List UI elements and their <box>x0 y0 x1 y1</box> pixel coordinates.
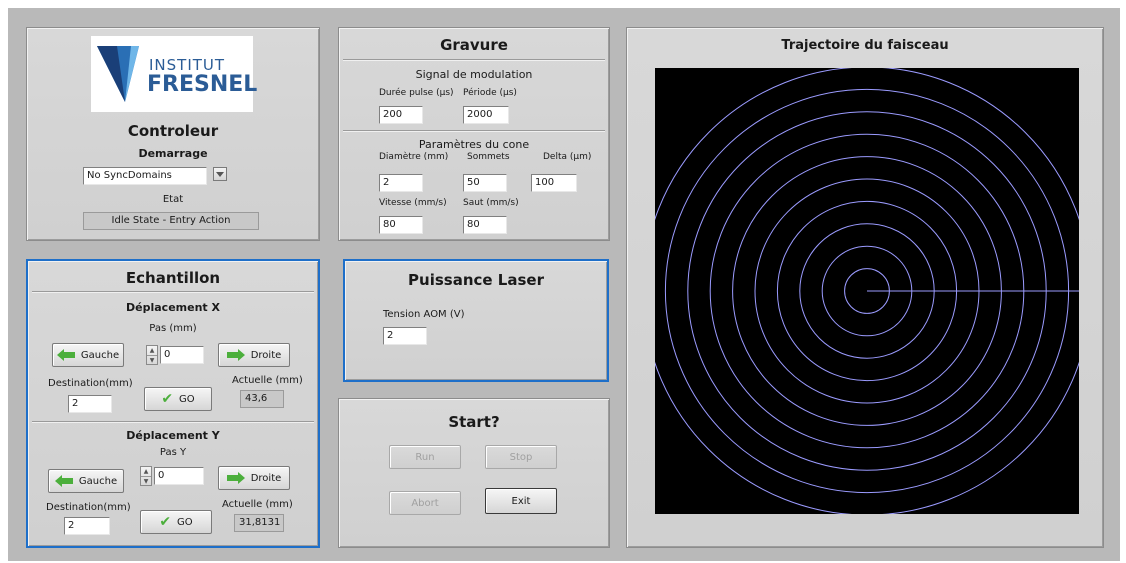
trajectory-canvas <box>655 68 1079 514</box>
deplacement-y-title: Déplacement Y <box>126 429 220 442</box>
droite-x-button[interactable]: Droite <box>218 343 290 367</box>
modulation-title: Signal de modulation <box>415 68 533 81</box>
divider <box>343 59 605 61</box>
droite-x-label: Droite <box>250 349 282 361</box>
gravure-panel: Gravure Signal de modulation Durée pulse… <box>338 27 610 241</box>
pas-y-spinner[interactable]: ▲ ▼ <box>140 466 152 486</box>
pas-y-input[interactable]: 0 <box>154 467 204 485</box>
pas-x-label: Pas (mm) <box>149 323 197 334</box>
sommets-input[interactable]: 50 <box>463 174 507 192</box>
gravure-title: Gravure <box>440 36 508 54</box>
go-y-button[interactable]: ✔ GO <box>140 510 212 534</box>
vitesse-label: Vitesse (mm/s) <box>379 198 447 208</box>
echantillon-title: Echantillon <box>125 269 221 287</box>
logo-text-fresnel: FRESNEL <box>147 72 258 97</box>
etat-indicator: Idle State - Entry Action <box>83 212 259 230</box>
actuelle-y-indicator: 31,8131 <box>234 514 284 532</box>
stop-button[interactable]: Stop <box>485 445 557 469</box>
tension-aom-label: Tension AOM (V) <box>383 309 465 320</box>
vitesse-input[interactable]: 80 <box>379 216 423 234</box>
destination-x-label: Destination(mm) <box>48 378 133 389</box>
start-panel: Start? Run Stop Abort Exit <box>338 398 610 548</box>
puissance-laser-panel: Puissance Laser Tension AOM (V) 2 <box>343 259 609 382</box>
droite-y-label: Droite <box>250 472 282 484</box>
checkmark-icon: ✔ <box>159 514 172 530</box>
cone-title: Paramètres du cone <box>418 138 530 151</box>
diametre-label: Diamètre (mm) <box>379 152 449 162</box>
saut-label: Saut (mm/s) <box>463 198 519 208</box>
gauche-x-label: Gauche <box>80 349 120 361</box>
periode-input[interactable]: 2000 <box>463 106 509 124</box>
arrow-right-icon <box>226 472 245 484</box>
actuelle-y-label: Actuelle (mm) <box>222 499 293 510</box>
tension-aom-input[interactable]: 2 <box>383 327 427 345</box>
destination-y-input[interactable]: 2 <box>64 517 110 535</box>
go-x-label: GO <box>179 393 195 405</box>
delta-label: Delta (µm) <box>543 152 592 162</box>
demarrage-dropdown-button[interactable] <box>213 167 227 181</box>
controleur-panel: INSTITUT FRESNEL Controleur Demarrage No… <box>26 27 320 241</box>
run-button[interactable]: Run <box>389 445 461 469</box>
trajectoire-panel: Trajectoire du faisceau <box>626 27 1104 548</box>
etat-label: Etat <box>162 194 184 205</box>
sommets-label: Sommets <box>467 152 510 162</box>
droite-y-button[interactable]: Droite <box>218 466 290 490</box>
diametre-input[interactable]: 2 <box>379 174 423 192</box>
chevron-down-icon <box>216 171 224 177</box>
actuelle-x-indicator: 43,6 <box>240 390 284 408</box>
duree-pulse-input[interactable]: 200 <box>379 106 423 124</box>
gauche-y-button[interactable]: Gauche <box>48 469 124 493</box>
abort-button[interactable]: Abort <box>389 491 461 515</box>
pas-x-input[interactable]: 0 <box>160 346 204 364</box>
destination-y-label: Destination(mm) <box>46 502 131 513</box>
institut-fresnel-logo: INSTITUT FRESNEL <box>91 36 257 112</box>
checkmark-icon: ✔ <box>161 391 174 407</box>
demarrage-select[interactable]: No SyncDomains <box>83 167 207 185</box>
actuelle-x-label: Actuelle (mm) <box>232 375 303 386</box>
destination-x-input[interactable]: 2 <box>68 395 112 413</box>
echantillon-panel: Echantillon Déplacement X Pas (mm) Gauch… <box>26 259 320 548</box>
duree-pulse-label: Durée pulse (µs) <box>379 88 454 98</box>
periode-label: Période (µs) <box>463 88 517 98</box>
go-x-button[interactable]: ✔ GO <box>144 387 212 411</box>
gauche-y-label: Gauche <box>78 475 118 487</box>
gauche-x-button[interactable]: Gauche <box>52 343 124 367</box>
start-title: Start? <box>448 413 500 431</box>
go-y-label: GO <box>177 516 193 528</box>
pas-x-spinner[interactable]: ▲ ▼ <box>146 345 158 365</box>
arrow-right-icon <box>226 349 245 361</box>
deplacement-x-title: Déplacement X <box>126 301 220 314</box>
arrow-left-icon <box>54 475 73 487</box>
arrow-left-icon <box>56 349 75 361</box>
pas-y-label: Pas Y <box>159 447 187 458</box>
trajectoire-title: Trajectoire du faisceau <box>781 38 949 53</box>
divider <box>32 421 314 423</box>
exit-button[interactable]: Exit <box>485 488 557 514</box>
demarrage-label: Demarrage <box>138 147 208 160</box>
controleur-title: Controleur <box>127 122 219 140</box>
trajectory-plot <box>655 68 1079 514</box>
delta-input[interactable]: 100 <box>531 174 577 192</box>
divider <box>343 130 605 132</box>
puissance-title: Puissance Laser <box>408 271 544 289</box>
saut-input[interactable]: 80 <box>463 216 507 234</box>
divider <box>32 291 314 293</box>
